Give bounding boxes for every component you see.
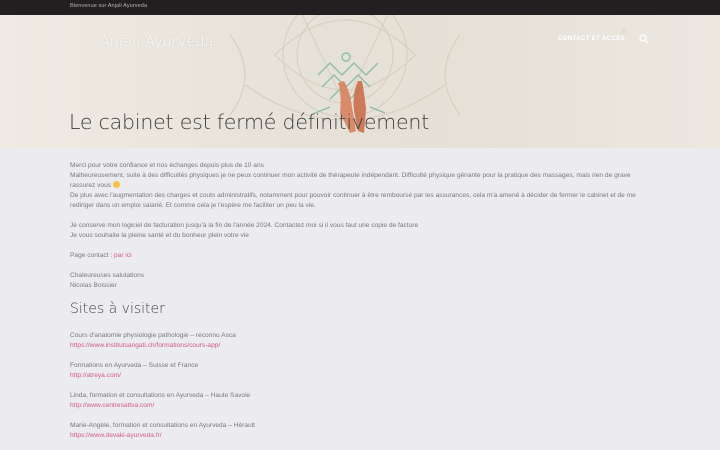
site-logo-title[interactable]: Anjali Ayurveda	[100, 34, 214, 50]
site-description: Formations en Ayurveda – Suisse et Franc…	[70, 362, 199, 369]
page-title: Le cabinet est fermé définitivement	[69, 110, 430, 134]
paragraph-thanks: Merci pour votre confiance et nos échang…	[70, 162, 264, 169]
contact-link[interactable]: par ici	[114, 252, 132, 259]
site-description: Linda, formation et consultations en Ayu…	[70, 392, 251, 399]
main-content: Merci pour votre confiance et nos échang…	[70, 161, 655, 441]
closing-text: Chaleureuses salutations	[70, 272, 145, 279]
site-description: Cours d'anatomie physiologie pathologie …	[70, 332, 236, 339]
welcome-text: Bienvenue sur Anjali Ayurveda	[70, 3, 148, 9]
smile-emoji-icon	[112, 181, 120, 188]
site-link[interactable]: https://www.devaki-ayurveda.fr/	[70, 432, 162, 439]
nav-item-contact[interactable]: CONTACT ET ACCÈS	[558, 36, 625, 42]
paragraph-invoice: Je conserve mon logiciel de facturation …	[70, 222, 419, 229]
site-link[interactable]: https://www.institutsangati.ch/formation…	[70, 342, 220, 349]
site-description: Marie-Angèle, formation et consultations…	[70, 422, 255, 429]
sites-heading: Sites à visiter	[70, 301, 165, 317]
hero-header: ॐ Anjali Ayurveda CONTACT ET ACCÈS Le ca…	[0, 15, 720, 148]
site-link[interactable]: http://www.centresattva.com/	[70, 402, 154, 409]
site-link[interactable]: http://atreya.com/	[70, 372, 121, 379]
paragraph-reason: Malheureusement, suite à des difficultés…	[70, 172, 631, 189]
signature-text: Nicolas Boissier	[70, 282, 117, 289]
search-icon[interactable]	[639, 34, 649, 44]
contact-label: Page contact :	[70, 252, 114, 259]
paragraph-costs: De plus avec l'augmentation des charges …	[70, 192, 636, 209]
contact-line: Page contact : par ici	[70, 251, 655, 261]
top-bar: Bienvenue sur Anjali Ayurveda	[0, 0, 720, 15]
paragraph-wishes: Je vous souhaite la pleine santé et du b…	[70, 232, 249, 239]
